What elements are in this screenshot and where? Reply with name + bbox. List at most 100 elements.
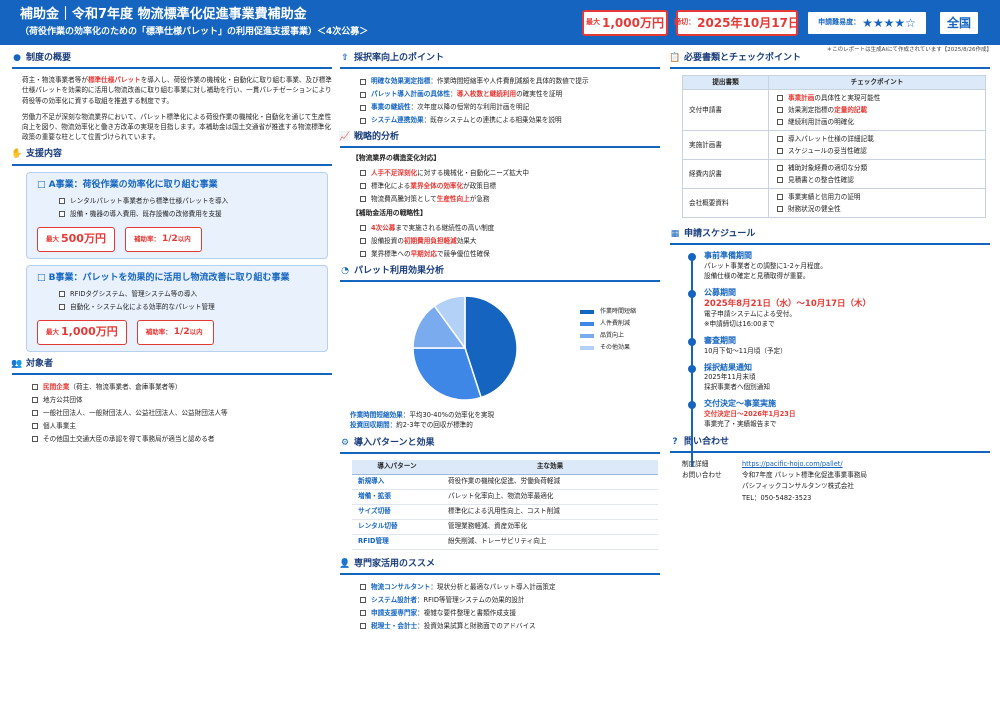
- list-item: 自動化・システム化による効率的なパレット管理: [59, 301, 317, 314]
- overview-paragraph-1: 荷主・物流事業者等が標準仕様パレットを導入し、荷役作業の機械化・自動化に取り組む…: [22, 75, 332, 106]
- list-item: 税理士・会計士 ：投資効果試算と財務面でのアドバイス: [360, 620, 660, 633]
- list-item: パレット導入計画の具体性：導入枚数と継続利用 の確実性を証明: [360, 88, 660, 101]
- list-item: 明確な効果測定指標 ：作業時間短縮率や人件費削減額を具体的数値で提示: [360, 75, 660, 88]
- caption-line-1: 作業時間短縮効果：平均30-40%の効率化を実現: [350, 410, 660, 421]
- strategy-text: に対する機械化・自動化ニーズ拡大中: [417, 168, 529, 177]
- list-item: システム連携効果 ：既存システムとの連携による相乗効果を説明: [360, 114, 660, 127]
- list-item: 事業実績と信用力の証明: [777, 191, 985, 203]
- list-item: 事業の継続性 ：次年度以降の恒常的な利用計画を明記: [360, 101, 660, 114]
- business-b-max-pill: 最大 1,000万円: [37, 319, 127, 345]
- list-item: 4次公募 まで実施される継続性の高い制度: [360, 222, 660, 235]
- timeline-text: 10月下旬～11月頃（予定）: [704, 346, 787, 355]
- list-item: スケジュールの妥当性確認: [777, 145, 985, 157]
- list-item: 事業計画 の具体性と実現可能性: [777, 92, 985, 104]
- check-text: 補助対象経費の適切な分類: [788, 163, 868, 172]
- business-b-list: RFIDタグシステム、管理システム等の導入 自動化・システム化による効率的なパレ…: [59, 288, 317, 314]
- checkbox-icon: [360, 584, 366, 591]
- patterns-title-text: 導入パターンと効果: [354, 437, 435, 448]
- timeline-text: 2025年11月末頃: [704, 373, 756, 382]
- experts-title-text: 専門家活用のススメ: [354, 558, 436, 569]
- overview-p1-a: 荷主・物流事業者等が: [22, 76, 88, 85]
- list-item: 設備・機器の導入費用、既存設備の改修費用を支援: [59, 208, 317, 221]
- points-title-text: 採択率向上のポイント: [354, 53, 445, 63]
- targets-list: 民間企業 （荷主、物流事業者、倉庫事業者等） 地方公共団体 一般社団法人、一般財団…: [32, 381, 332, 446]
- document-checks: 補助対象経費の適切な分類 見積書との整合性確認: [768, 159, 986, 190]
- list-item: RFIDタグシステム、管理システム等の導入: [59, 288, 317, 301]
- legend-label: 作業時間短縮: [600, 307, 637, 315]
- checkbox-icon: [360, 610, 366, 617]
- contact-org-1: 令和7年度 パレット標準化促進事業事務局: [742, 471, 867, 480]
- checkbox-icon: [777, 119, 783, 126]
- handshake-icon: ✋: [11, 149, 23, 160]
- info-icon: ●: [13, 53, 21, 63]
- targets-item-text: （荷主、物流事業者、倉庫事業者等）: [69, 382, 182, 391]
- pill-value: 500万円: [61, 231, 106, 245]
- page-subtitle: （荷役作業の効率化のための「標準仕様パレット」の利用促進支援事業）＜4次公募＞: [20, 27, 369, 37]
- contact-tel: TEL：050-5482-3523: [742, 493, 812, 502]
- checkbox-icon: [777, 136, 783, 143]
- documents-table: 提出書類 チェックポイント 交付申請書 事業計画 の具体性と実現可能性 効果測定指…: [682, 75, 986, 219]
- strategy-list-2: 4次公募 まで実施される継続性の高い制度 設備投資の 初期費用負担軽減 効果大 業界標…: [360, 222, 660, 261]
- check-pre: 効果測定指標の: [788, 105, 835, 114]
- checkbox-icon: [777, 206, 783, 213]
- checkbox-icon: [360, 91, 366, 98]
- point-highlight: パレット導入計画の具体性: [371, 90, 451, 99]
- expert-text: ：現状分析と最適なパレット導入計画策定: [430, 582, 556, 591]
- expert-text: ：RFID等管理システムの効果的設計: [416, 595, 525, 604]
- timeline-title: 交付決定～事業実施: [704, 399, 776, 409]
- pattern-effect: 管理業務軽減、資産効率化: [442, 519, 658, 535]
- strategy-text: が政策目標: [463, 181, 497, 190]
- timeline-title: 事前準備期間: [704, 251, 752, 261]
- checkbox-icon: [59, 304, 65, 311]
- checkbox-icon: [360, 597, 366, 604]
- expert-highlight: システム設計者: [371, 595, 417, 604]
- column-left: ● 制度の概要 荷主・物流事業者等が標準仕様パレットを導入し、荷役作業の機械化・自…: [11, 52, 332, 446]
- expert-highlight: 申請支援専門家: [371, 608, 418, 617]
- patterns-section-title: ⚙ 導入パターンと効果: [340, 437, 660, 454]
- list-item: 標準化による 業界全体の効率化 が政策目標: [360, 179, 660, 192]
- checkbox-icon: [360, 182, 366, 189]
- list-item: 民間企業 （荷主、物流事業者、倉庫事業者等）: [32, 381, 332, 394]
- check-highlight: 事業計画: [788, 93, 815, 102]
- difficulty-label: 申請難易度：: [818, 18, 861, 27]
- contact-inquiry-label: お問い合わせ: [682, 471, 722, 480]
- checkbox-icon: [777, 194, 783, 201]
- caption-line-2: 投資回収期間：約2-3年での回収が標準的: [350, 420, 660, 431]
- overview-title-text: 制度の概要: [26, 53, 72, 63]
- header-effect: 主な効果: [442, 460, 658, 475]
- legend-item: その他効果: [580, 342, 636, 354]
- caption-text: ：約2-3年での回収が標準的: [389, 421, 473, 430]
- question-icon: ?: [672, 436, 678, 447]
- checkbox-icon: [32, 384, 38, 391]
- business-a-box: □ A事業：荷役作業の効率化に取り組む事業 レンタルパレット事業者から標準仕様パ…: [26, 171, 328, 259]
- contact-org-block: 令和7年度 パレット標準化促進事業事務局 パシフィックコンサルタンツ株式会社 T…: [742, 470, 867, 504]
- checkbox-icon: [777, 177, 783, 184]
- support-title-text: 支援内容: [26, 149, 63, 160]
- pattern-effect: 標準化による汎用性向上、コスト削減: [442, 504, 658, 520]
- pattern-name: サイズ切替: [352, 504, 442, 520]
- list-item: 申請支援専門家 ：複雑な要件整理と書類作成支援: [360, 607, 660, 620]
- header-bar: 補助金｜令和7年度 物流標準化促進事業費補助金 （荷役作業の効率化のための「標準…: [0, 0, 1000, 45]
- targets-title-text: 対象者: [26, 358, 54, 369]
- document-name: 実施計画書: [682, 130, 769, 161]
- point-text: ：作業時間短縮率や人件費削減額を具体的数値で提示: [430, 77, 589, 86]
- pill-value: 1/2: [161, 234, 178, 245]
- document-name: 会社概要資料: [682, 188, 769, 219]
- scope-badge: 全国: [938, 10, 980, 36]
- deadline-date: 2025年10月17日: [697, 15, 800, 30]
- checkbox-icon: [777, 95, 783, 102]
- checkbox-icon: [360, 78, 366, 85]
- targets-item-text: 一般社団法人、一般財団法人、公益社団法人、公益財団法人等: [43, 408, 228, 417]
- table-row: RFID管理 紛失削減、トレーサビリティ向上: [352, 534, 658, 550]
- strategy-text: まで実施される継続性の高い制度: [395, 223, 495, 232]
- list-item: レンタルパレット事業者から標準仕様パレットを導入: [59, 195, 317, 208]
- difficulty-stars: ★★★★☆: [862, 15, 916, 30]
- contact-url-link[interactable]: https://pacific-hojo.com/pallet/: [742, 459, 843, 470]
- table-row: 会社概要資料 事業実績と信用力の証明 財務状況の健全性: [682, 188, 986, 219]
- table-row: 新規導入 荷役作業の機械化促進、労働負荷軽減: [352, 474, 658, 490]
- strategy-highlight: 初期費用負担軽減: [403, 236, 457, 245]
- timeline-item: 公募期間 2025年8月21日（水）～10月17日（木） 電子申請システムによる…: [688, 288, 990, 330]
- list-item: 地方公共団体: [32, 394, 332, 407]
- list-item: 業界標準への 早期対応 で競争優位性確保: [360, 248, 660, 261]
- timeline-text: パレット事業者との調整に1-2ヶ月程度。: [704, 262, 827, 271]
